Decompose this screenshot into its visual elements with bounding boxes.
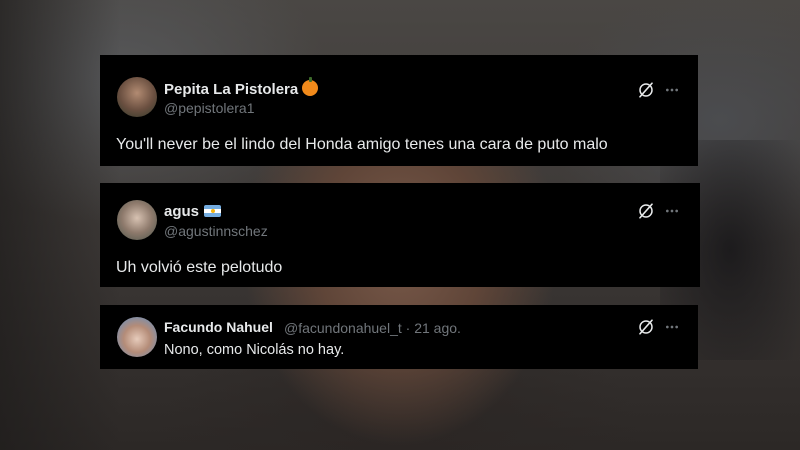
grok-icon[interactable] xyxy=(637,81,655,99)
user-handle[interactable]: @pepistolera1 xyxy=(164,100,255,116)
more-options-icon[interactable] xyxy=(664,203,680,219)
tweet-card[interactable]: Facundo Nahuel @facundonahuel_t · 21 ago… xyxy=(100,305,698,369)
argentina-flag-icon xyxy=(204,205,222,217)
tweet-card[interactable]: agus @agustinnschez Uh volvió este pelot… xyxy=(100,183,700,287)
pumpkin-emoji-icon xyxy=(302,77,319,96)
display-name[interactable]: Facundo Nahuel xyxy=(164,319,273,335)
grok-icon[interactable] xyxy=(637,202,655,220)
tweet-text: Uh volvió este pelotudo xyxy=(116,259,283,276)
more-options-icon[interactable] xyxy=(664,319,680,335)
avatar[interactable] xyxy=(117,77,157,117)
display-name-text[interactable]: Pepita La Pistolera xyxy=(164,81,298,98)
tweet-text: You'll never be el lindo del Honda amigo… xyxy=(116,136,608,153)
display-name-text[interactable]: agus xyxy=(164,203,199,220)
user-handle[interactable]: @agustinnschez xyxy=(164,223,268,239)
display-name[interactable]: Pepita La Pistolera xyxy=(164,77,319,98)
user-handle-and-date[interactable]: @facundonahuel_t · 21 ago. xyxy=(284,320,461,336)
grok-icon[interactable] xyxy=(637,318,655,336)
avatar[interactable] xyxy=(117,200,157,240)
tweet-card[interactable]: Pepita La Pistolera @pepistolera1 You'll… xyxy=(100,55,698,166)
display-name[interactable]: agus xyxy=(164,203,222,220)
more-options-icon[interactable] xyxy=(664,82,680,98)
avatar[interactable] xyxy=(117,317,157,357)
tweet-text: Nono, como Nicolás no hay. xyxy=(164,342,345,358)
